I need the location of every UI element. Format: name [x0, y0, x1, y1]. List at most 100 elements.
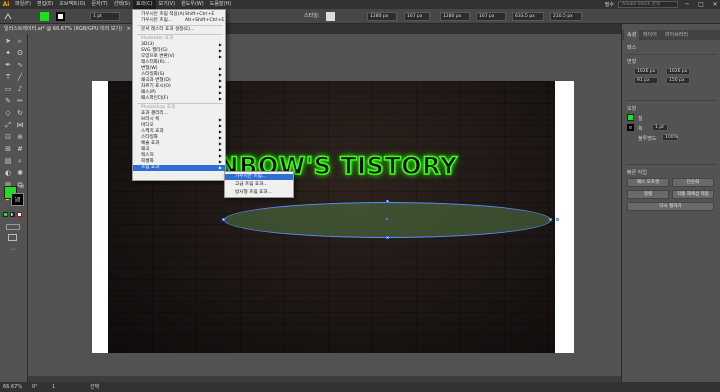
free-transform-tool-icon[interactable]: ⊡ — [2, 132, 14, 143]
scale-tool-icon[interactable]: ⤢ — [2, 120, 14, 131]
menu-item-label: 가우시안 흐림 적용(A) — [141, 12, 185, 17]
fill-swatch[interactable] — [40, 12, 49, 21]
shaper-tool-icon[interactable]: ✎ — [2, 96, 14, 107]
eraser-tool-icon[interactable]: ◇ — [2, 108, 14, 119]
menu-edit[interactable]: 편집(E) — [34, 0, 56, 9]
transform-w-field[interactable]: 1026 px — [634, 68, 658, 75]
selection-handle[interactable] — [386, 200, 389, 203]
paintbrush-tool-icon[interactable]: ♪ — [14, 84, 26, 95]
blend-tool-icon[interactable]: ◐ — [2, 168, 14, 179]
type-tool-icon[interactable]: T — [2, 72, 14, 83]
menu-item[interactable]: 문서 래스터 효과 설정(E)... — [133, 27, 225, 33]
transform-h-field[interactable]: 91 px — [634, 77, 658, 84]
symbol-sprayer-tool-icon[interactable]: ✺ — [14, 168, 26, 179]
transform-y-field[interactable]: 150 px — [666, 77, 690, 84]
recolor-button[interactable]: 작품 재색상 적용 — [672, 190, 714, 199]
close-window-button[interactable]: ✕ — [710, 0, 720, 9]
gradient-tool-icon[interactable]: ▤ — [2, 156, 14, 167]
eyedropper-tool-icon[interactable]: ⌕ — [14, 156, 26, 167]
menu-item-label: 문서 래스터 효과 설정(E)... — [141, 27, 195, 32]
transform-x-field[interactable]: 1026 px — [666, 68, 690, 75]
stroke-width-field[interactable]: 1 pt — [90, 12, 120, 21]
menu-bar: Ai 파일(F) 편집(E) 오브젝트(O) 문자(T) 선택(S) 효과(C)… — [0, 0, 720, 9]
menu-help[interactable]: 도움말(H) — [207, 0, 234, 9]
draw-mode-icon[interactable] — [6, 224, 20, 230]
arrange-button[interactable]: 정렬 — [627, 190, 669, 199]
minimize-button[interactable]: ─ — [682, 0, 692, 9]
maximize-button[interactable]: □ — [696, 0, 706, 9]
curvature-tool-icon[interactable]: ∿ — [14, 60, 26, 71]
menu-object[interactable]: 오브젝트(O) — [56, 0, 88, 9]
offset-path-button[interactable]: 패스 오프셋 — [627, 178, 669, 187]
artboard-number[interactable]: 1 — [52, 382, 55, 392]
stroke-color-swatch[interactable] — [11, 193, 24, 206]
pen-tool-icon[interactable]: ✒ — [2, 60, 14, 71]
document-tab[interactable]: 일러스트레이터.ai* @ 66.67% (RGB/GPU 미리 보기) × — [0, 24, 135, 34]
menu-select[interactable]: 선택(S) — [111, 0, 133, 9]
menu-view[interactable]: 보기(V) — [156, 0, 179, 9]
rotate-tool-icon[interactable]: ↻ — [14, 108, 26, 119]
canvas-area[interactable]: RAINBOW'S TISTORY — [28, 34, 621, 382]
more-tools-icon[interactable]: ⋯ — [10, 246, 16, 253]
tab-libraries[interactable]: 라이브러리 — [662, 30, 691, 40]
zoom-level[interactable]: 66.67% — [3, 382, 22, 392]
magic-wand-tool-icon[interactable]: ✦ — [2, 48, 14, 59]
selected-ellipse[interactable] — [224, 202, 551, 238]
selection-handle[interactable] — [556, 218, 559, 221]
tab-properties[interactable]: 속성 — [624, 30, 640, 40]
mesh-tool-icon[interactable]: # — [14, 144, 26, 155]
menu-item-gaussian-blur[interactable]: 가우시안 흐림... — [225, 174, 293, 180]
tools-panel: ➤ ▹ ✦ ʘ ✒ ∿ T ╱ ▭ ♪ ✎ ✏ ◇ ↻ ⤢ ⋈ ⊡ ⊕ ⊞ # … — [0, 34, 28, 382]
perspective-tool-icon[interactable]: ⊞ — [2, 144, 14, 155]
rectangle-tool-icon[interactable]: ▭ — [2, 84, 14, 95]
selection-handle[interactable] — [222, 218, 225, 221]
panel-fill-swatch[interactable] — [627, 114, 634, 121]
direct-select-tool-icon[interactable]: ▹ — [14, 36, 26, 47]
menu-item-label: 왜곡과 변형(D) — [141, 78, 171, 83]
menu-item[interactable]: 패스파인더(F) ▶ — [133, 96, 225, 102]
shape-builder-tool-icon[interactable]: ⊕ — [14, 132, 26, 143]
y2-field[interactable]: 210.5 px — [550, 12, 582, 21]
color-mode-icon[interactable] — [3, 212, 8, 217]
selection-handle[interactable] — [549, 218, 552, 221]
x2-field[interactable]: 633.5 px — [512, 12, 544, 21]
document-tab-close-icon[interactable]: × — [127, 26, 131, 32]
menu-item-label: 모양으로 변환(V) — [141, 54, 175, 59]
screen-mode-icon[interactable] — [8, 234, 17, 241]
menu-effect[interactable]: 효과(C) — [132, 0, 156, 9]
tab-layers[interactable]: 레이어 — [640, 30, 660, 40]
pencil-tool-icon[interactable]: ✏ — [14, 96, 26, 107]
fill-label: 칠 — [638, 116, 643, 122]
opacity-field[interactable]: 100% — [662, 134, 678, 141]
stroke-swatch[interactable] — [56, 12, 65, 21]
menu-item[interactable]: 가우시안 흐림... Alt+Shift+Ctrl+E — [133, 18, 225, 24]
style-swatch[interactable] — [326, 12, 335, 21]
stock-search-input[interactable]: Adobe Stock 검색 — [618, 1, 678, 8]
menu-file[interactable]: 파일(F) — [12, 0, 34, 9]
panel-stroke-field[interactable]: 1 pt — [652, 124, 668, 131]
select-tool-icon[interactable]: ➤ — [2, 36, 14, 47]
lasso-tool-icon[interactable]: ʘ — [14, 48, 26, 59]
h-field[interactable]: 167 px — [404, 12, 430, 21]
menu-window[interactable]: 윈도우(W) — [178, 0, 207, 9]
opacity-label: 불투명도 — [638, 136, 657, 142]
menu-type[interactable]: 문자(T) — [89, 0, 111, 9]
panel-stroke-swatch[interactable] — [627, 124, 634, 131]
swap-colors-icon[interactable]: ⇄ — [20, 184, 24, 190]
width-tool-icon[interactable]: ⋈ — [14, 120, 26, 131]
none-mode-icon[interactable] — [17, 212, 22, 217]
menu-item-smart-blur[interactable]: 고급 흐림 효과... — [225, 182, 293, 188]
gradient-mode-icon[interactable] — [10, 212, 15, 217]
selection-handle[interactable] — [386, 236, 389, 239]
section-quick-actions: 빠른 작업 — [627, 170, 647, 176]
workspace-switcher[interactable]: 필수 — [605, 1, 614, 8]
rotation-value[interactable]: 0° — [32, 382, 38, 392]
w-field[interactable]: 1280 px — [367, 12, 397, 21]
x-field[interactable]: 1280 px — [440, 12, 470, 21]
line-tool-icon[interactable]: ╱ — [14, 72, 26, 83]
repaint-button[interactable]: 다시 칠하기 — [627, 202, 714, 211]
y-field[interactable]: 167 px — [476, 12, 506, 21]
simplify-button[interactable]: 단순화 — [672, 178, 714, 187]
menu-item-radial-blur[interactable]: 방사형 흐림 효과... — [225, 190, 293, 196]
menu-item[interactable]: 흐림 효과 ▶ — [133, 165, 225, 171]
